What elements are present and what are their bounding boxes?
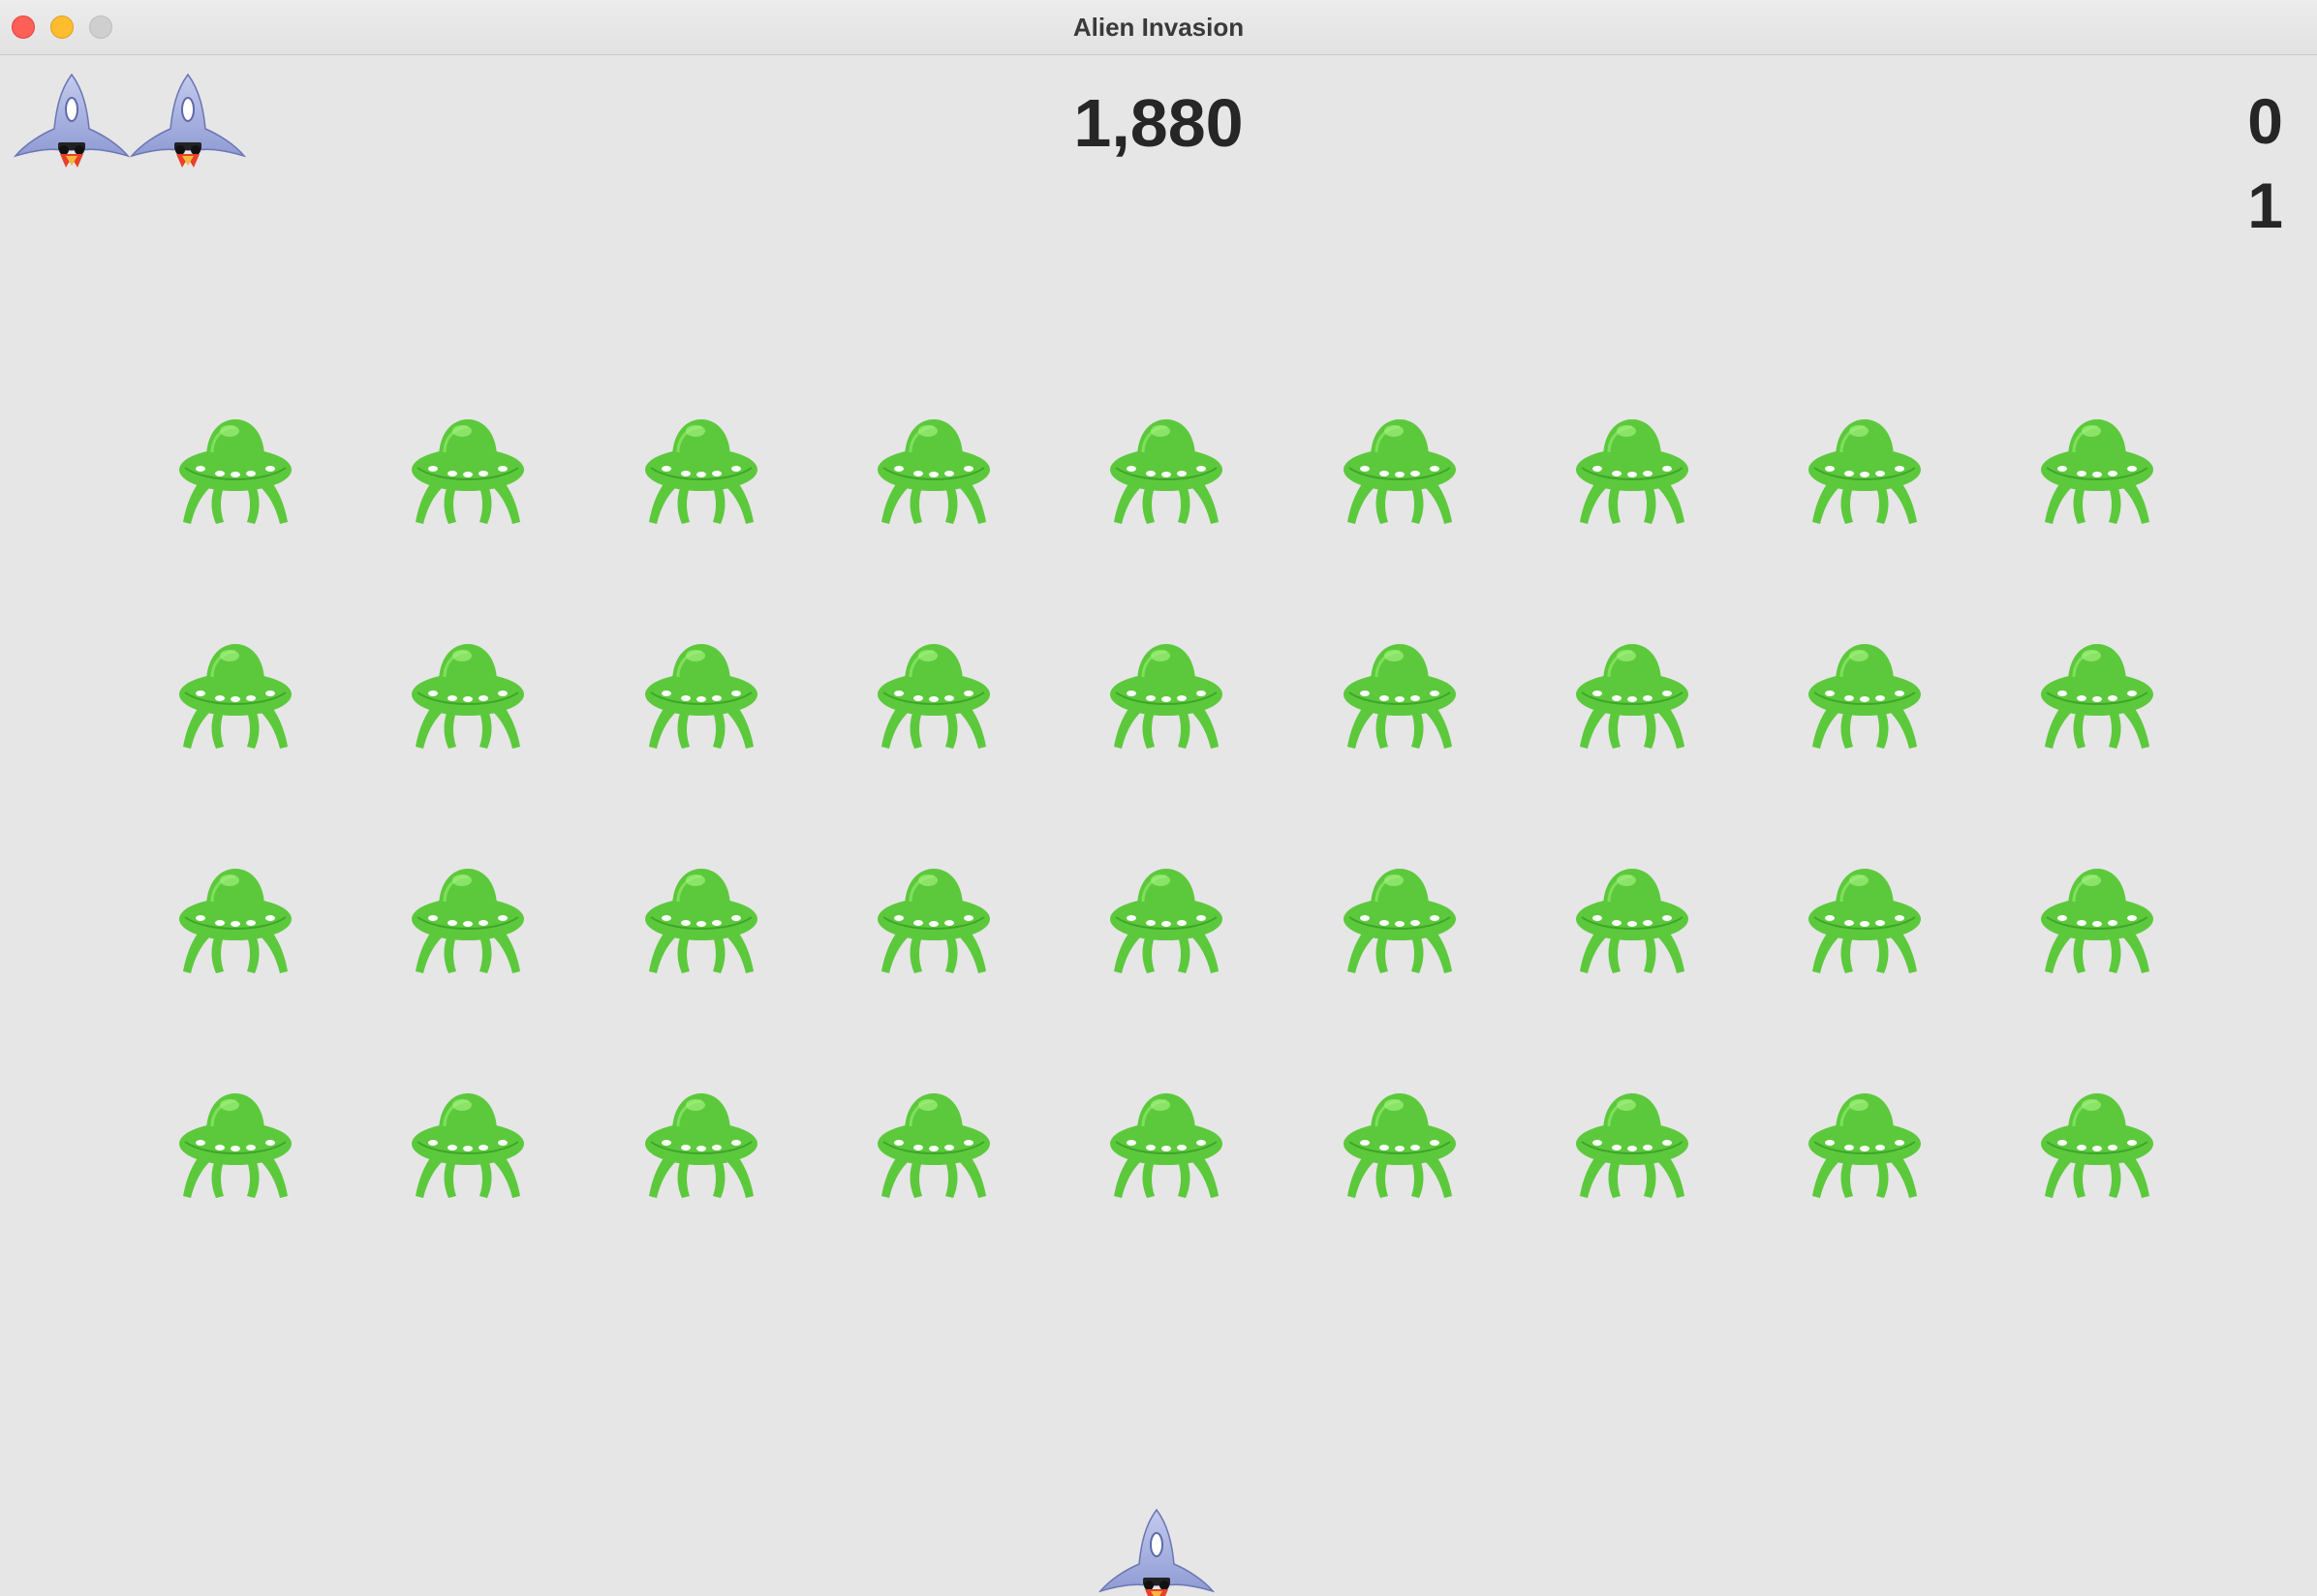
alien-icon: [876, 1088, 992, 1204]
alien-icon: [1108, 1088, 1224, 1204]
alien-icon: [1108, 414, 1224, 530]
alien-icon: [2039, 414, 2155, 530]
alien-icon: [177, 1088, 293, 1204]
alien-icon: [1574, 863, 1690, 979]
alien-icon: [876, 863, 992, 979]
alien-icon: [1807, 863, 1923, 979]
alien-icon: [1574, 1088, 1690, 1204]
alien-icon: [2039, 638, 2155, 754]
alien-icon: [410, 638, 526, 754]
title-bar: Alien Invasion: [0, 0, 2317, 55]
player-ship-icon: [1098, 1508, 1215, 1596]
alien-icon: [1108, 638, 1224, 754]
alien-icon: [1574, 414, 1690, 530]
alien-icon: [1807, 638, 1923, 754]
alien-icon: [876, 414, 992, 530]
alien-icon: [643, 863, 759, 979]
alien-icon: [643, 638, 759, 754]
alien-icon: [1342, 863, 1458, 979]
alien-icon: [177, 414, 293, 530]
alien-icon: [2039, 863, 2155, 979]
alien-icon: [177, 863, 293, 979]
alien-icon: [1342, 414, 1458, 530]
alien-icon: [1807, 1088, 1923, 1204]
alien-icon: [643, 1088, 759, 1204]
alien-icon: [410, 414, 526, 530]
window-title: Alien Invasion: [1072, 13, 1245, 42]
alien-icon: [410, 863, 526, 979]
alien-icon: [1108, 863, 1224, 979]
game-window: Alien Invasion 1,880 0 1: [0, 0, 2317, 1596]
alien-icon: [643, 414, 759, 530]
alien-icon: [1574, 638, 1690, 754]
alien-icon: [410, 1088, 526, 1204]
alien-fleet: [0, 55, 2317, 1596]
alien-icon: [1342, 638, 1458, 754]
alien-icon: [876, 638, 992, 754]
alien-icon: [1342, 1088, 1458, 1204]
alien-icon: [1807, 414, 1923, 530]
game-canvas[interactable]: 1,880 0 1: [0, 55, 2317, 1596]
alien-icon: [177, 638, 293, 754]
alien-icon: [2039, 1088, 2155, 1204]
